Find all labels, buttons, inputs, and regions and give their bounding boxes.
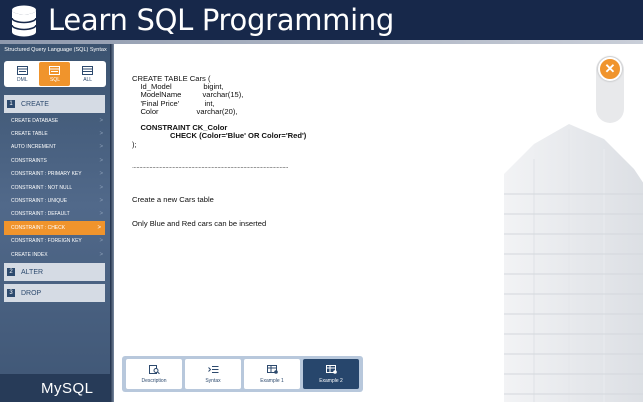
close-button[interactable]: ✕ [598, 57, 622, 81]
main-content: CREATE TABLE Cars ( Id_Model bigint, Mod… [114, 44, 643, 402]
building-background-image [504, 124, 643, 402]
list-item-unique[interactable]: CONSTRAINT : UNIQUE > [0, 194, 107, 207]
section-label: DROP [21, 289, 42, 297]
list-item-check[interactable]: CONSTRAINT : CHECK > [4, 221, 105, 235]
list-item-label: AUTO INCREMENT [11, 144, 56, 151]
section-label: ALTER [21, 268, 44, 276]
list-item-label: CONSTRAINT : CHECK [11, 224, 66, 231]
chevron-right-icon: > [99, 157, 103, 164]
chevron-right-icon: > [99, 184, 103, 191]
type-tab-label: DML [17, 76, 28, 83]
dml-icon [16, 65, 28, 75]
chevron-right-icon: > [99, 171, 103, 178]
type-tabs: DML SQL ALL [4, 61, 106, 87]
code-line: CHECK (Color='Blue' OR Color='Red') [132, 131, 307, 141]
example-table-icon [266, 364, 278, 374]
tab-example-2[interactable]: Example 2 [303, 359, 359, 389]
list-item-create-table[interactable]: CREATE TABLE > [0, 127, 107, 140]
chevron-right-icon: > [99, 131, 103, 138]
list-item-create-database[interactable]: CREATE DATABASE > [0, 114, 107, 127]
database-icon [11, 5, 37, 37]
tab-label: Example 1 [260, 377, 284, 384]
chevron-right-icon: > [99, 238, 103, 245]
list-item-label: CREATE TABLE [11, 131, 48, 138]
list-item-label: CONSTRAINT : DEFAULT [11, 211, 70, 218]
list-item-label: CREATE INDEX [11, 251, 48, 258]
syntax-list-icon [207, 365, 218, 373]
list-item-constraints[interactable]: CONSTRAINTS > [0, 154, 107, 167]
chevron-right-icon: > [99, 198, 103, 205]
list-item-not-null[interactable]: CONSTRAINT : NOT NULL > [0, 181, 107, 194]
search-document-icon [148, 364, 160, 374]
list-item-auto-increment[interactable]: AUTO INCREMENT > [0, 141, 107, 154]
section-drop[interactable]: 3 DROP [4, 284, 105, 302]
app-header: Learn SQL Programming [0, 0, 643, 43]
chevron-right-icon: > [99, 251, 103, 258]
type-tab-sql[interactable]: SQL [39, 62, 71, 86]
tab-label: Description [141, 377, 167, 384]
all-icon [82, 65, 94, 75]
tab-syntax[interactable]: Syntax [185, 359, 241, 389]
type-tab-all[interactable]: ALL [72, 62, 103, 86]
code-line: ); [132, 139, 137, 149]
type-tab-label: SQL [49, 76, 60, 83]
section-label: CREATE [21, 100, 49, 108]
brand-logo-text: MySQL [41, 380, 94, 397]
list-item-default[interactable]: CONSTRAINT : DEFAULT > [0, 208, 107, 221]
list-item-label: CONSTRAINT : UNIQUE [11, 198, 68, 205]
code-line: Color varchar(20), [132, 106, 238, 116]
chevron-right-icon: > [97, 224, 101, 231]
list-item-primary-key[interactable]: CONSTRAINT : PRIMARY KEY > [0, 168, 107, 181]
close-icon: ✕ [604, 61, 616, 76]
type-tab-dml[interactable]: DML [7, 62, 38, 86]
list-item-label: CREATE DATABASE [11, 117, 59, 124]
tab-label: Syntax [205, 377, 221, 384]
sql-icon [49, 65, 61, 75]
section-number: 1 [7, 100, 15, 108]
chevron-right-icon: > [99, 144, 103, 151]
list-item-label: CONSTRAINT : FOREIGN KEY [11, 238, 82, 245]
chevron-right-icon: > [99, 211, 103, 218]
section-number: 3 [7, 289, 15, 297]
sidebar-caption: Structured Query Language (SQL) Syntax [4, 47, 107, 53]
example-table-icon [325, 364, 337, 374]
tab-example-1[interactable]: Example 1 [244, 359, 300, 389]
sidebar: Structured Query Language (SQL) Syntax D… [0, 44, 111, 402]
sql-code-block: CREATE TABLE Cars ( Id_Model bigint, Mod… [132, 74, 307, 149]
chevron-right-icon: > [99, 117, 103, 124]
brand-footer: MySQL [0, 374, 111, 402]
dotted-separator: ........................................… [132, 163, 289, 170]
tab-label: Example 2 [319, 377, 343, 384]
list-item-create-index[interactable]: CREATE INDEX > [0, 248, 107, 261]
list-item-label: CONSTRAINT : PRIMARY KEY [11, 171, 82, 178]
example-description: Create a new Cars table [132, 195, 214, 204]
list-item-foreign-key[interactable]: CONSTRAINT : FOREIGN KEY > [0, 235, 107, 248]
section-number: 2 [7, 268, 15, 276]
create-item-list: CREATE DATABASE > CREATE TABLE > AUTO INCR… [0, 114, 107, 261]
list-item-label: CONSTRAINT : NOT NULL [11, 184, 73, 191]
type-tab-label: ALL [83, 76, 93, 83]
list-item-label: CONSTRAINTS [11, 157, 47, 164]
section-alter[interactable]: 2 ALTER [4, 263, 105, 281]
bottom-tab-bar: Description Syntax Example 1 Example 2 [122, 356, 363, 392]
tab-description[interactable]: Description [126, 359, 182, 389]
app-title: Learn SQL Programming [48, 3, 395, 37]
section-create[interactable]: 1 CREATE [4, 95, 105, 113]
example-note: Only Blue and Red cars can be inserted [132, 219, 267, 228]
